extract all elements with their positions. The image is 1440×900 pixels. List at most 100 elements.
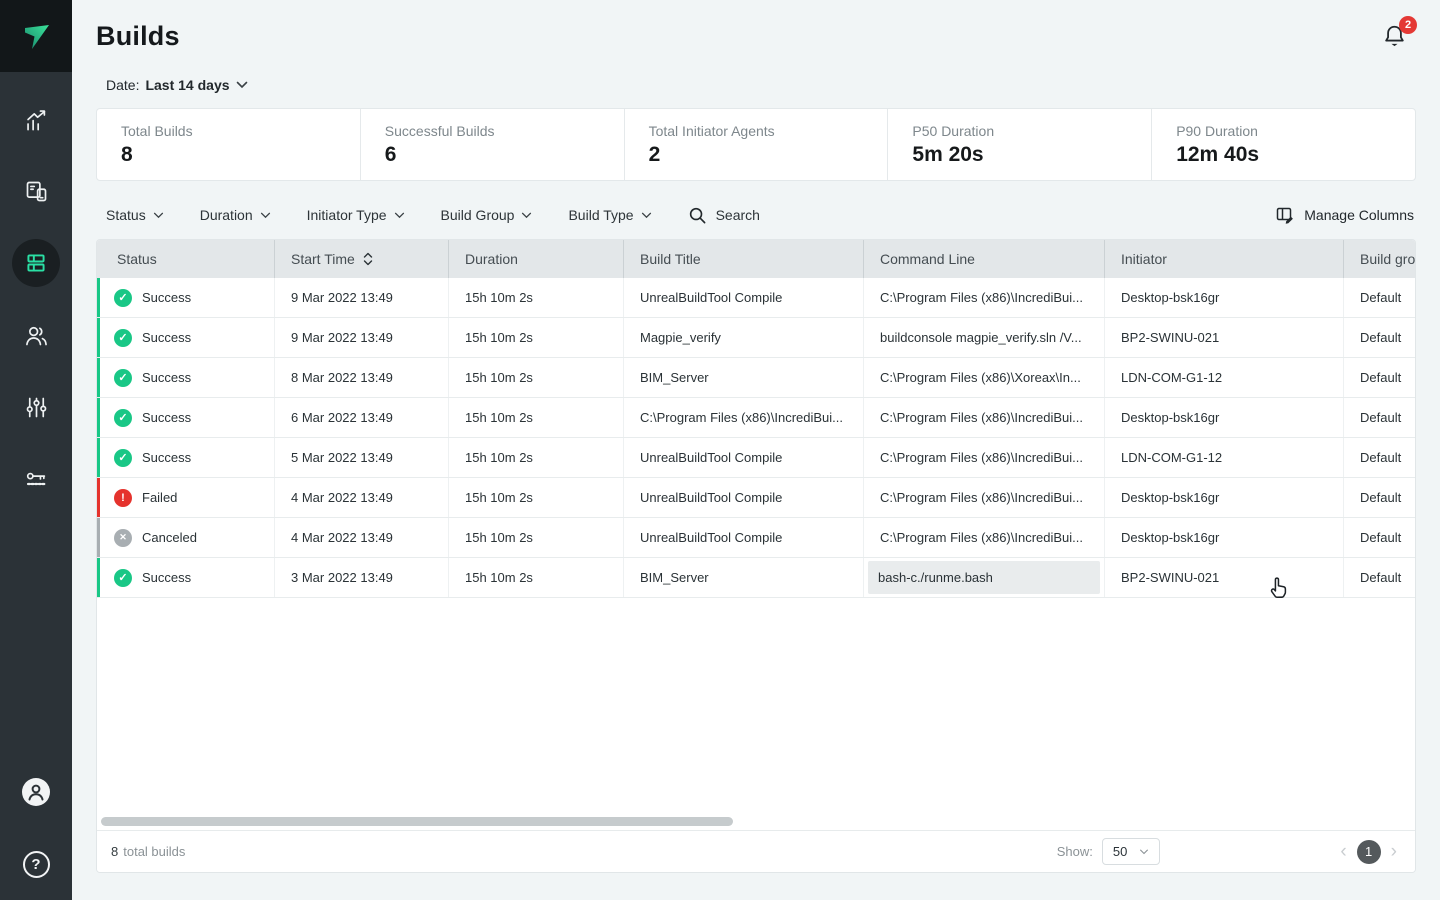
page-size-select[interactable]: 50 bbox=[1102, 838, 1160, 865]
cell-command-line: bash-c./runme.bash bbox=[863, 558, 1104, 597]
status-accent-bar bbox=[97, 478, 100, 517]
cell-duration: 15h 10m 2s bbox=[448, 478, 623, 517]
current-page-indicator[interactable]: 1 bbox=[1357, 840, 1381, 864]
column-header-start-time[interactable]: Start Time bbox=[274, 240, 448, 278]
stat-label: Total Initiator Agents bbox=[649, 123, 864, 139]
column-header-initiator: Initiator bbox=[1104, 240, 1343, 278]
stat-p90-duration: P90 Duration 12m 40s bbox=[1151, 109, 1415, 180]
filter-duration[interactable]: Duration bbox=[200, 207, 271, 223]
cell-command-line: C:\Program Files (x86)\Xoreax\In... bbox=[863, 358, 1104, 397]
builds-icon bbox=[23, 250, 49, 276]
license-key-icon bbox=[23, 466, 50, 493]
cell-build-title: C:\Program Files (x86)\IncrediBui... bbox=[623, 398, 863, 437]
filter-initiator-type[interactable]: Initiator Type bbox=[307, 207, 405, 223]
search-button[interactable]: Search bbox=[688, 206, 760, 225]
manage-columns-button[interactable]: Manage Columns bbox=[1275, 205, 1414, 225]
stat-label: Total Builds bbox=[121, 123, 336, 139]
notifications-button[interactable]: 2 bbox=[1381, 23, 1408, 50]
command-line-text: C:\Program Files (x86)\IncrediBui... bbox=[864, 450, 1083, 465]
cell-start-time: 5 Mar 2022 13:49 bbox=[274, 438, 448, 477]
status-accent-bar bbox=[97, 318, 100, 357]
table-row[interactable]: Success 9 Mar 2022 13:49 15h 10m 2s Magp… bbox=[97, 318, 1415, 358]
cell-build-title: UnrealBuildTool Compile bbox=[623, 518, 863, 557]
filter-build-group[interactable]: Build Group bbox=[441, 207, 533, 223]
filter-build-type[interactable]: Build Type bbox=[568, 207, 651, 223]
horizontal-scrollbar-thumb[interactable] bbox=[101, 817, 733, 826]
command-line-text: C:\Program Files (x86)\IncrediBui... bbox=[864, 530, 1083, 545]
status-label: Success bbox=[142, 410, 191, 425]
users-icon bbox=[23, 322, 50, 349]
stat-label: P90 Duration bbox=[1176, 123, 1391, 139]
cell-build-title: BIM_Server bbox=[623, 358, 863, 397]
main-content: Builds 2 Date: Last 14 days Total Builds… bbox=[72, 0, 1440, 873]
cell-duration: 15h 10m 2s bbox=[448, 518, 623, 557]
column-header-command-line: Command Line bbox=[863, 240, 1104, 278]
stat-label: P50 Duration bbox=[912, 123, 1127, 139]
cell-build-title: BIM_Server bbox=[623, 558, 863, 597]
search-icon bbox=[688, 206, 707, 225]
cell-initiator: LDN-COM-G1-12 bbox=[1104, 438, 1343, 477]
command-line-text: buildconsole magpie_verify.sln /V... bbox=[864, 330, 1082, 345]
table-row[interactable]: Success 8 Mar 2022 13:49 15h 10m 2s BIM_… bbox=[97, 358, 1415, 398]
search-label: Search bbox=[716, 207, 760, 223]
cell-build-title: UnrealBuildTool Compile bbox=[623, 478, 863, 517]
sidebar-item-help[interactable]: ? bbox=[0, 828, 72, 900]
previous-page-button[interactable]: ‹ bbox=[1340, 842, 1346, 861]
status-icon bbox=[114, 569, 132, 587]
cell-initiator: Desktop-bsk16gr bbox=[1104, 278, 1343, 317]
show-label: Show: bbox=[1057, 844, 1093, 859]
column-header-status: Status bbox=[97, 240, 274, 278]
cell-build-group: Default bbox=[1343, 518, 1415, 557]
page-header: Builds 2 bbox=[96, 0, 1416, 72]
sidebar-item-license[interactable] bbox=[0, 443, 72, 515]
date-filter-label: Date: bbox=[106, 77, 139, 93]
stat-value: 12m 40s bbox=[1176, 143, 1391, 167]
sidebar-item-account[interactable] bbox=[0, 756, 72, 828]
sidebar-item-builds[interactable] bbox=[0, 227, 72, 299]
sidebar-nav bbox=[0, 72, 72, 515]
sidebar-item-analytics[interactable] bbox=[0, 83, 72, 155]
cell-build-group: Default bbox=[1343, 318, 1415, 357]
cell-start-time: 8 Mar 2022 13:49 bbox=[274, 358, 448, 397]
chevron-down-icon bbox=[521, 212, 532, 219]
table-row[interactable]: Failed 4 Mar 2022 13:49 15h 10m 2s Unrea… bbox=[97, 478, 1415, 518]
sidebar-item-settings[interactable] bbox=[0, 371, 72, 443]
status-label: Success bbox=[142, 570, 191, 585]
cell-start-time: 9 Mar 2022 13:49 bbox=[274, 318, 448, 357]
agents-icon bbox=[23, 178, 50, 205]
pagination: ‹ 1 › bbox=[1340, 840, 1397, 864]
table-row[interactable]: Success 5 Mar 2022 13:49 15h 10m 2s Unre… bbox=[97, 438, 1415, 478]
settings-sliders-icon bbox=[23, 394, 50, 421]
filter-status[interactable]: Status bbox=[106, 207, 164, 223]
stat-successful-builds: Successful Builds 6 bbox=[360, 109, 624, 180]
active-item-highlight bbox=[12, 239, 60, 287]
page-size-value: 50 bbox=[1113, 844, 1127, 859]
next-page-button[interactable]: › bbox=[1391, 842, 1397, 861]
cell-status: Success bbox=[97, 358, 274, 397]
status-label: Canceled bbox=[142, 530, 197, 545]
sidebar-item-users[interactable] bbox=[0, 299, 72, 371]
incredibuild-logo-icon bbox=[18, 18, 54, 54]
date-filter[interactable]: Date: Last 14 days bbox=[96, 72, 1416, 98]
filter-label: Build Type bbox=[568, 207, 633, 223]
cell-start-time: 3 Mar 2022 13:49 bbox=[274, 558, 448, 597]
table-row[interactable]: Canceled 4 Mar 2022 13:49 15h 10m 2s Unr… bbox=[97, 518, 1415, 558]
manage-columns-label: Manage Columns bbox=[1304, 207, 1414, 223]
sidebar-item-agents[interactable] bbox=[0, 155, 72, 227]
command-line-text: C:\Program Files (x86)\IncrediBui... bbox=[864, 290, 1083, 305]
cell-command-line: buildconsole magpie_verify.sln /V... bbox=[863, 318, 1104, 357]
notification-badge: 2 bbox=[1399, 16, 1417, 34]
table-row[interactable]: Success 9 Mar 2022 13:49 15h 10m 2s Unre… bbox=[97, 278, 1415, 318]
table-row[interactable]: Success 6 Mar 2022 13:49 15h 10m 2s C:\P… bbox=[97, 398, 1415, 438]
filter-label: Build Group bbox=[441, 207, 515, 223]
date-filter-value: Last 14 days bbox=[145, 77, 229, 93]
table-row[interactable]: Success 3 Mar 2022 13:49 15h 10m 2s BIM_… bbox=[97, 558, 1415, 598]
cell-build-title: UnrealBuildTool Compile bbox=[623, 438, 863, 477]
cell-status: Success bbox=[97, 558, 274, 597]
cell-duration: 15h 10m 2s bbox=[448, 318, 623, 357]
cell-start-time: 9 Mar 2022 13:49 bbox=[274, 278, 448, 317]
command-line-text: C:\Program Files (x86)\IncrediBui... bbox=[864, 410, 1083, 425]
cell-initiator: Desktop-bsk16gr bbox=[1104, 518, 1343, 557]
status-accent-bar bbox=[97, 518, 100, 557]
cell-start-time: 4 Mar 2022 13:49 bbox=[274, 518, 448, 557]
